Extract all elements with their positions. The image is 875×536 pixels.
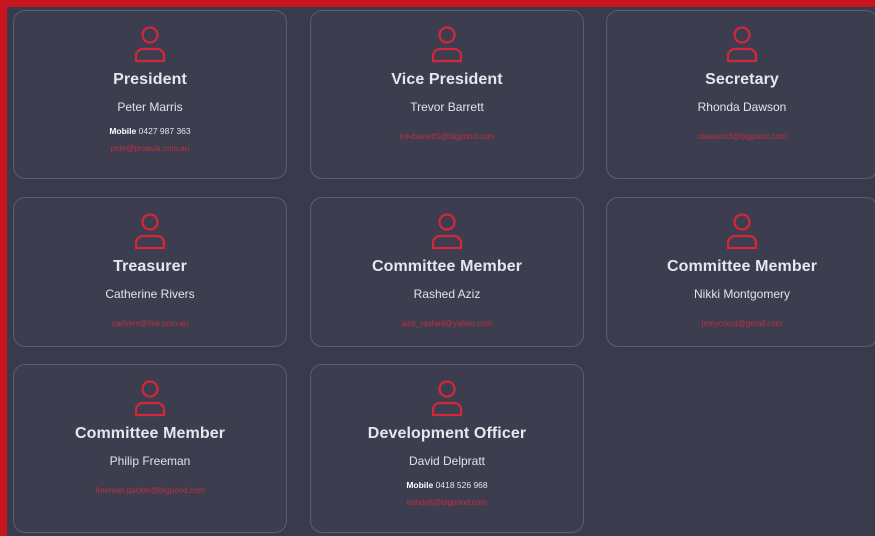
- member-email-link[interactable]: trevbarrett1@bigpond.com: [311, 132, 583, 141]
- member-name: David Delpratt: [408, 454, 486, 468]
- member-email-link[interactable]: aziz_rashed@yahoo.com: [311, 319, 583, 328]
- member-role: Secretary: [705, 71, 779, 88]
- member-email-link[interactable]: bundytt@bigpond.com: [311, 498, 583, 507]
- page-frame-top: [0, 0, 875, 7]
- user-icon: [726, 26, 758, 63]
- member-card-committee-member: Committee Member Rashed Aziz aziz_rashed…: [310, 197, 584, 347]
- member-card-president: President Peter Marris Mobile 0427 987 3…: [13, 10, 287, 179]
- user-icon: [431, 213, 463, 250]
- mobile-label: Mobile: [406, 480, 434, 490]
- member-role: Development Officer: [367, 425, 527, 442]
- member-email-link[interactable]: carivers@live.com.au: [14, 319, 286, 328]
- member-email-link[interactable]: jmnycricut@gmail.com: [607, 319, 875, 328]
- member-email-link[interactable]: pete@proavia.com.au: [14, 144, 286, 153]
- page-frame-left: [0, 0, 7, 536]
- mobile-label: Mobile: [109, 126, 137, 136]
- user-icon: [134, 213, 166, 250]
- user-icon: [431, 380, 463, 417]
- member-name: Rhonda Dawson: [697, 100, 787, 114]
- member-role: Vice President: [391, 71, 503, 88]
- member-email-link[interactable]: rdawson3@bigpond.com: [607, 132, 875, 141]
- member-role: Committee Member: [666, 258, 818, 275]
- member-role: Treasurer: [113, 258, 187, 275]
- member-mobile: Mobile 0418 526 968: [311, 480, 583, 490]
- member-name: Catherine Rivers: [105, 287, 195, 301]
- user-icon: [726, 213, 758, 250]
- member-name: Peter Marris: [117, 100, 183, 114]
- member-card-committee-member: Committee Member Philip Freeman freeman.…: [13, 364, 287, 533]
- member-name: Rashed Aziz: [413, 287, 481, 301]
- member-mobile: Mobile 0427 987 363: [14, 126, 286, 136]
- member-card-committee-member: Committee Member Nikki Montgomery jmnycr…: [606, 197, 875, 347]
- member-card-secretary: Secretary Rhonda Dawson rdawson3@bigpond…: [606, 10, 875, 179]
- member-name: Philip Freeman: [109, 454, 191, 468]
- member-card-development-officer: Development Officer David Delpratt Mobil…: [310, 364, 584, 533]
- member-role: Committee Member: [371, 258, 523, 275]
- member-card-treasurer: Treasurer Catherine Rivers carivers@live…: [13, 197, 287, 347]
- member-role: President: [113, 71, 187, 88]
- member-name: Trevor Barrett: [410, 100, 484, 114]
- mobile-number: 0418 526 968: [435, 480, 488, 490]
- mobile-number: 0427 987 363: [138, 126, 191, 136]
- member-card-vice-president: Vice President Trevor Barrett trevbarret…: [310, 10, 584, 179]
- member-name: Nikki Montgomery: [693, 287, 791, 301]
- user-icon: [431, 26, 463, 63]
- user-icon: [134, 26, 166, 63]
- member-role: Committee Member: [74, 425, 226, 442]
- user-icon: [134, 380, 166, 417]
- member-email-link[interactable]: freeman.packer@bigpond.com: [14, 486, 286, 495]
